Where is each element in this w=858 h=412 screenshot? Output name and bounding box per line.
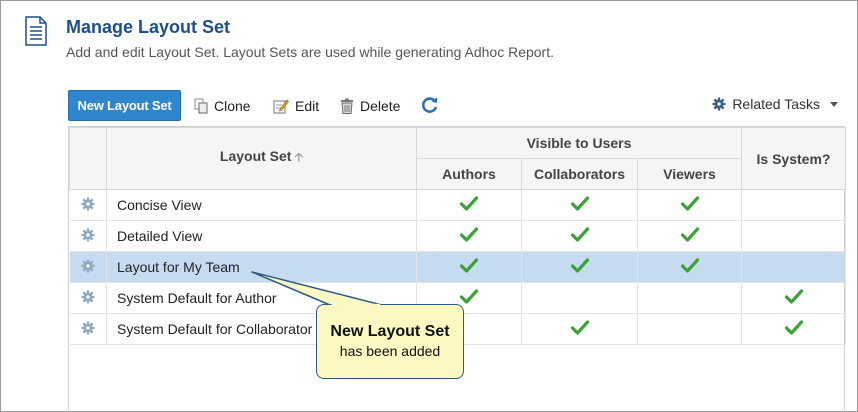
checkmark-icon <box>570 227 589 245</box>
checkmark-icon <box>459 196 479 214</box>
edit-icon <box>273 99 289 114</box>
checkmark-icon <box>570 258 589 276</box>
gear-icon[interactable] <box>81 290 95 307</box>
sort-ascending-icon: 🡡 <box>294 150 304 164</box>
is-system-column-header[interactable]: Is System? <box>741 127 846 190</box>
viewers-column-header[interactable]: Viewers <box>637 158 742 190</box>
clone-button[interactable]: Clone <box>194 96 251 116</box>
layout-set-column-header[interactable]: Layout Set 🡡 <box>106 127 417 190</box>
row-actions-cell[interactable] <box>69 313 107 345</box>
collaborators-cell <box>521 251 638 283</box>
related-tasks-label: Related Tasks <box>732 96 820 112</box>
delete-label: Delete <box>360 98 401 114</box>
callout-text: has been added <box>339 343 441 359</box>
viewers-cell <box>637 189 742 221</box>
collaborators-column-header[interactable]: Collaborators <box>521 158 638 190</box>
system-cell <box>741 220 846 252</box>
gear-icon[interactable] <box>81 228 95 245</box>
checkmark-icon <box>784 320 803 338</box>
row-actions-cell[interactable] <box>69 189 107 221</box>
toolbar: New Layout Set Clone Edit Delete Related… <box>68 90 844 121</box>
edit-label: Edit <box>295 98 320 114</box>
viewers-cell <box>637 220 742 252</box>
select-column-header <box>69 127 107 190</box>
clone-icon <box>194 98 208 114</box>
viewers-cell <box>637 282 742 314</box>
collaborators-cell <box>521 282 638 314</box>
authors-cell <box>416 251 522 283</box>
refresh-icon[interactable] <box>420 95 440 115</box>
edit-button[interactable]: Edit <box>273 96 319 116</box>
page-title: Manage Layout Set <box>66 17 231 37</box>
row-actions-cell[interactable] <box>69 220 107 252</box>
checkmark-icon <box>784 289 803 307</box>
viewers-cell <box>637 251 742 283</box>
checkmark-icon <box>680 196 699 214</box>
callout-title: New Layout Set <box>330 323 450 340</box>
gear-icon[interactable] <box>81 197 95 214</box>
table-row[interactable]: Layout for My Team <box>69 251 846 283</box>
collaborators-cell <box>521 313 638 345</box>
system-cell <box>741 251 846 283</box>
clone-label: Clone <box>214 98 251 114</box>
layout-set-name: Detailed View <box>106 220 417 252</box>
system-cell <box>741 189 846 221</box>
document-icon <box>25 16 47 46</box>
checkmark-icon <box>680 227 699 245</box>
authors-cell <box>416 220 522 252</box>
checkmark-icon <box>570 320 589 338</box>
row-actions-cell[interactable] <box>69 282 107 314</box>
collaborators-cell <box>521 189 638 221</box>
delete-button[interactable]: Delete <box>340 96 400 116</box>
gear-icon[interactable] <box>81 321 95 338</box>
checkmark-icon <box>459 258 479 276</box>
gear-icon <box>712 97 726 111</box>
authors-column-header[interactable]: Authors <box>416 158 522 190</box>
collaborators-cell <box>521 220 638 252</box>
chevron-down-icon <box>830 101 838 107</box>
table-row[interactable]: Detailed View <box>69 220 846 252</box>
layout-set-header-label: Layout Set <box>219 148 292 164</box>
notification-callout: New Layout Set has been added <box>316 304 464 379</box>
authors-cell <box>416 189 522 221</box>
new-layout-set-button[interactable]: New Layout Set <box>68 90 181 121</box>
checkmark-icon <box>570 196 589 214</box>
related-tasks-menu[interactable]: Related Tasks <box>712 96 838 112</box>
checkmark-icon <box>459 227 479 245</box>
table-row[interactable]: Concise View <box>69 189 846 221</box>
viewers-cell <box>637 313 742 345</box>
row-actions-cell[interactable] <box>69 251 107 283</box>
trash-icon <box>341 98 353 114</box>
visible-to-users-group-header: Visible to Users <box>416 127 742 159</box>
system-cell <box>741 282 846 314</box>
layout-set-name: Concise View <box>106 189 417 221</box>
system-cell <box>741 313 846 345</box>
checkmark-icon <box>680 258 699 276</box>
layout-set-name: Layout for My Team <box>106 251 417 283</box>
checkmark-icon <box>459 289 479 307</box>
page-subtitle: Add and edit Layout Set. Layout Sets are… <box>66 44 554 60</box>
gear-icon[interactable] <box>81 259 95 276</box>
